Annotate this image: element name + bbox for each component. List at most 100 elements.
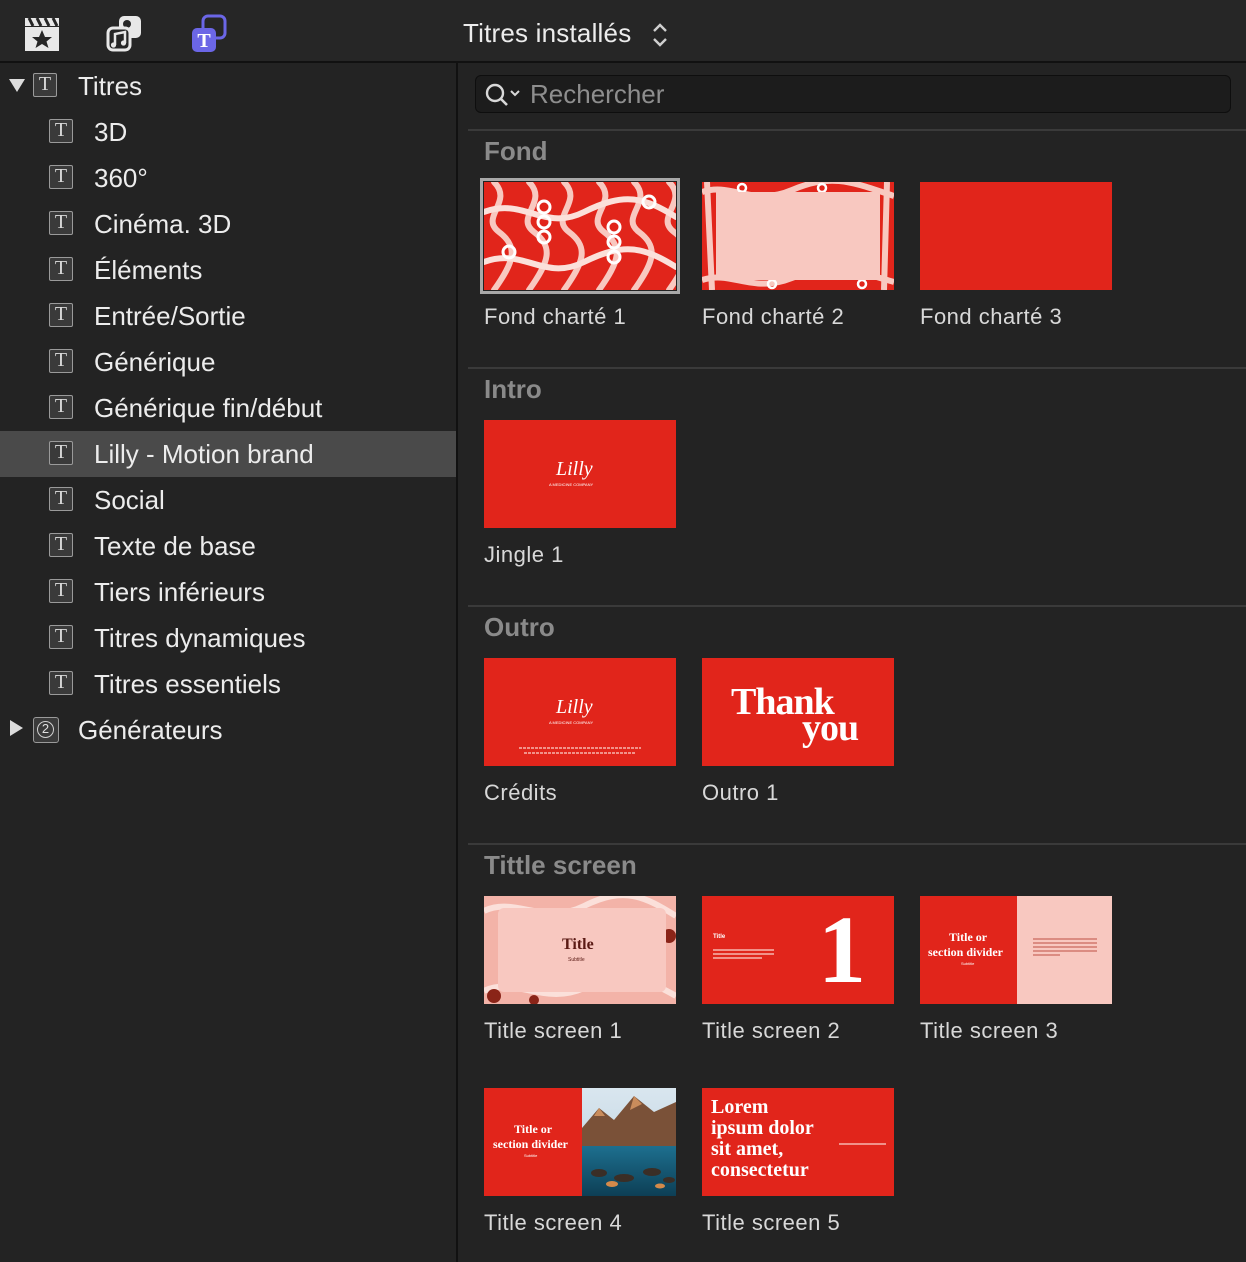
section-title-intro: Intro [484,374,542,404]
search-field[interactable] [475,75,1231,113]
thumbnail-title-screen-4: Title or section divider Subtitle [484,1088,676,1196]
library-title: Titres installés [463,18,632,48]
title-icon: T [49,533,73,557]
sidebar-item-generique[interactable]: T Générique [0,339,456,385]
sidebar-item-label: Éléments [94,255,203,285]
tile-fond-charte-1[interactable]: Fond charté 1 [480,178,684,332]
chevron-up-down-icon [651,20,669,57]
tile-title-screen-4[interactable]: Title or section divider Subtitle Title … [484,1088,684,1238]
titles-icon[interactable]: T [189,14,229,54]
title-icon: T [49,303,73,327]
tile-outro-1[interactable]: Thank you Outro 1 [702,658,902,808]
ts1-subtitle: Subtitle [568,957,585,963]
title-icon: T [49,257,73,281]
generator-badge: 2 [37,721,54,738]
thumbnail-title-screen-5: Lorem ipsum dolor sit amet, consectetur [702,1088,894,1196]
tile-title-screen-1[interactable]: Title Subtitle Title screen 1 [484,896,684,1046]
sidebar-item-entree-sortie[interactable]: T Entrée/Sortie [0,293,456,339]
sidebar-item-cinema-3d[interactable]: T Cinéma. 3D [0,201,456,247]
tile-title-screen-5[interactable]: Lorem ipsum dolor sit amet, consectetur … [702,1088,902,1238]
library-popup-button[interactable]: Titres installés [463,18,667,49]
section-divider [468,605,1246,607]
title-icon: T [49,579,73,603]
thumbnail-credits: Lilly A MEDICINE COMPANY [484,658,676,766]
section-title-outro: Outro [484,612,555,642]
section-title-fond: Fond [484,136,548,166]
ts4-title-line1: Title or [514,1122,553,1136]
titles-browser: Fond Fond c [458,63,1246,1262]
sidebar-item-titres-dynamiques[interactable]: T Titres dynamiques [0,615,456,661]
ts4-title-line2: section divider [493,1137,568,1151]
you-text: you [802,707,859,749]
title-icon: T [49,625,73,649]
tile-caption: Crédits [484,780,558,805]
title-icon: T [33,73,57,97]
title-icon: T [49,211,73,235]
thumbnail-title-screen-2: Title 1 [702,896,894,1004]
sidebar-group-label: Titres [78,71,143,101]
browser-toolbar: T Titres installés [0,0,1246,63]
ts2-number: 1 [818,896,866,1003]
tile-jingle-1[interactable]: Lilly A MEDICINE COMPANY Jingle 1 [484,420,684,570]
section-divider [468,129,1246,131]
sidebar-item-tiers-inferieurs[interactable]: T Tiers inférieurs [0,569,456,615]
music-photo-icon[interactable] [105,14,145,54]
sidebar-group-titres[interactable]: T Titres [0,63,456,109]
ts3-body-lines [1033,938,1097,956]
thumbnail-fond-charte-3 [920,182,1112,290]
title-icon: T [49,165,73,189]
tile-title-screen-2[interactable]: Title 1 Title screen 2 [702,896,902,1046]
tile-caption: Title screen 3 [920,1018,1059,1043]
category-sidebar: T Titres T 3D T 360° T Cinéma. 3D T Élém… [0,63,458,1262]
sidebar-item-lilly-motion-brand[interactable]: T Lilly - Motion brand [0,431,456,477]
title-icon: T [49,395,73,419]
ts1-title: Title [562,936,594,953]
section-divider [468,843,1246,845]
sidebar-item-label: Texte de base [94,531,256,561]
tile-fond-charte-3[interactable]: Fond charté 3 [920,182,1120,332]
thumbnail-title-screen-3: Title or section divider Subtitle [920,896,1112,1004]
lilly-logo: Lilly [556,458,593,480]
sidebar-item-label: Titres essentiels [94,669,281,699]
sidebar-item-elements[interactable]: T Éléments [0,247,456,293]
sidebar-item-label: 3D [94,117,128,147]
section-title-tittle-screen: Tittle screen [484,850,637,880]
sidebar-item-label: Générique fin/début [94,393,323,423]
logo-tagline: A MEDICINE COMPANY [549,482,594,487]
title-icon: T [49,349,73,373]
sidebar-item-label: Titres dynamiques [94,623,306,653]
sidebar-group-generateurs[interactable]: 2 Générateurs [0,707,456,753]
tile-credits[interactable]: Lilly A MEDICINE COMPANY Crédits [484,658,684,808]
title-icon: T [49,441,73,465]
tile-title-screen-3[interactable]: Title or section divider Subtitle Title … [920,896,1120,1046]
tile-caption: Title screen 5 [702,1210,841,1235]
tile-caption: Fond charté 1 [484,304,627,329]
tile-fond-charte-2[interactable]: Fond charté 2 [702,182,902,332]
tile-caption: Jingle 1 [484,542,564,567]
sidebar-item-label: Générique [94,347,216,377]
disclosure-triangle-open-icon[interactable] [9,79,25,92]
disclosure-triangle-closed-icon[interactable] [10,720,23,736]
title-icon: T [49,671,73,695]
sidebar-item-generique-fin-debut[interactable]: T Générique fin/début [0,385,456,431]
generator-icon: 2 [33,717,59,743]
sidebar-item-texte-de-base[interactable]: T Texte de base [0,523,456,569]
thumbnail-outro-1: Thank you [702,658,894,766]
sidebar-item-social[interactable]: T Social [0,477,456,523]
sidebar-item-3d[interactable]: T 3D [0,109,456,155]
tile-caption: Title screen 1 [484,1018,623,1043]
search-input[interactable] [530,80,1210,108]
sidebar-item-titres-essentiels[interactable]: T Titres essentiels [0,661,456,707]
tile-caption: Fond charté 2 [702,304,845,329]
search-icon[interactable] [484,82,524,113]
sidebar-item-360[interactable]: T 360° [0,155,456,201]
ts4-subtitle: Subtitle [524,1153,538,1158]
thumbnail-fond-charte-2 [702,182,894,290]
thumbnail-fond-charte-1 [480,178,680,294]
clapper-star-icon[interactable] [22,14,62,54]
tile-caption: Title screen 4 [484,1210,623,1235]
svg-text:T: T [197,30,211,52]
credits-fine-print [519,747,641,754]
sidebar-item-label: Cinéma. 3D [94,209,232,239]
title-icon: T [49,487,73,511]
